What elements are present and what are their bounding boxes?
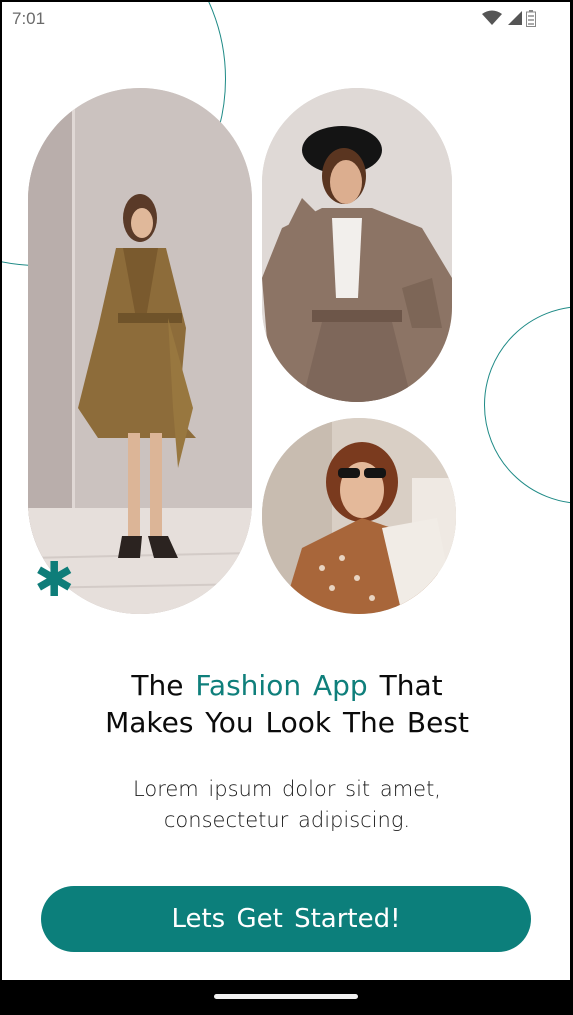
navigation-bar <box>0 980 573 1015</box>
subtitle: Lorem ipsum dolor sit amet, consectetur … <box>2 774 570 836</box>
battery-icon <box>526 10 536 31</box>
onboarding-screen: 7:01 ✱ The Fashion App That Makes You Lo… <box>2 2 570 980</box>
home-indicator[interactable] <box>214 994 358 999</box>
asterisk-icon: ✱ <box>34 552 75 608</box>
subtitle-line2: consectetur adipiscing. <box>163 808 411 832</box>
headline-highlight: Fashion App <box>195 669 368 702</box>
status-icons <box>482 10 536 31</box>
headline-suffix: That <box>379 669 443 702</box>
woman-in-hat-photo <box>262 88 452 402</box>
decorative-circle-right <box>484 306 570 504</box>
cellular-signal-icon <box>506 10 522 30</box>
subtitle-line1: Lorem ipsum dolor sit amet, <box>133 777 441 801</box>
woman-in-trench-coat-photo <box>28 88 252 614</box>
get-started-button[interactable]: Lets Get Started! <box>41 886 531 952</box>
headline-prefix: The <box>131 669 184 702</box>
headline-line2: Makes You Look The Best <box>105 706 469 739</box>
woman-in-sunglasses-photo <box>262 418 456 614</box>
wifi-icon <box>482 10 502 30</box>
page-title: The Fashion App That Makes You Look The … <box>2 667 570 741</box>
